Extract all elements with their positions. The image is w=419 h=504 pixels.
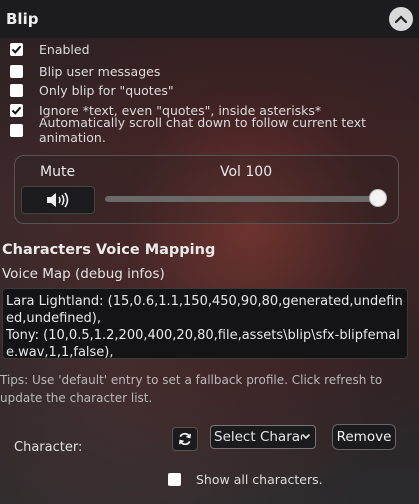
voice-map-textarea[interactable]: Lara Lightland: (15,0.6,1.1,150,450,90,8… bbox=[2, 288, 408, 359]
refresh-icon bbox=[178, 432, 192, 446]
tips-text: Tips: Use 'default' entry to set a fallb… bbox=[0, 373, 383, 405]
voice-map-label: Voice Map (debug infos) bbox=[2, 266, 165, 282]
only-blip-quotes-label: Only blip for "quotes" bbox=[39, 82, 174, 98]
character-label: Character: bbox=[14, 440, 83, 455]
show-all-characters-checkbox[interactable] bbox=[168, 473, 181, 486]
character-select-value: Select Character bbox=[214, 429, 302, 445]
mute-label: Mute bbox=[40, 164, 76, 180]
volume-slider-track[interactable] bbox=[105, 196, 375, 202]
section-title: Characters Voice Mapping bbox=[2, 242, 216, 258]
volume-label: Vol 100 bbox=[220, 164, 273, 180]
enabled-label: Enabled bbox=[39, 41, 90, 57]
volume-slider-thumb[interactable] bbox=[369, 189, 387, 207]
extension-header[interactable]: Blip bbox=[0, 0, 419, 38]
ignore-asterisks-checkbox[interactable] bbox=[10, 103, 23, 117]
auto-scroll-label: Automatically scroll chat down to follow… bbox=[39, 115, 367, 145]
checkmark-icon bbox=[11, 45, 22, 54]
only-blip-quotes-option[interactable]: Only blip for "quotes" bbox=[10, 81, 174, 99]
chevron-up-icon bbox=[395, 15, 407, 23]
character-select[interactable]: Select Character bbox=[210, 425, 316, 449]
enabled-option[interactable]: Enabled bbox=[10, 40, 90, 58]
collapse-button[interactable] bbox=[389, 7, 413, 31]
blip-user-messages-option[interactable]: Blip user messages bbox=[10, 62, 160, 80]
remove-button[interactable]: Remove bbox=[332, 424, 396, 450]
auto-scroll-checkbox[interactable] bbox=[10, 123, 23, 137]
volume-panel: Mute Vol 100 bbox=[14, 155, 399, 224]
refresh-button[interactable] bbox=[172, 427, 198, 451]
chevron-down-icon bbox=[301, 433, 311, 440]
auto-scroll-option[interactable]: Automatically scroll chat down to follow… bbox=[10, 115, 419, 145]
speaker-icon bbox=[47, 192, 69, 208]
blip-user-messages-label: Blip user messages bbox=[39, 63, 161, 79]
extension-title: Blip bbox=[6, 10, 39, 28]
checkmark-icon bbox=[11, 106, 22, 115]
mute-button[interactable] bbox=[21, 186, 95, 214]
enabled-checkbox[interactable] bbox=[10, 42, 23, 56]
blip-user-messages-checkbox[interactable] bbox=[10, 64, 23, 78]
show-all-characters-option[interactable]: Show all characters. bbox=[168, 472, 323, 487]
only-blip-quotes-checkbox[interactable] bbox=[10, 83, 23, 97]
show-all-characters-label: Show all characters. bbox=[196, 472, 323, 487]
